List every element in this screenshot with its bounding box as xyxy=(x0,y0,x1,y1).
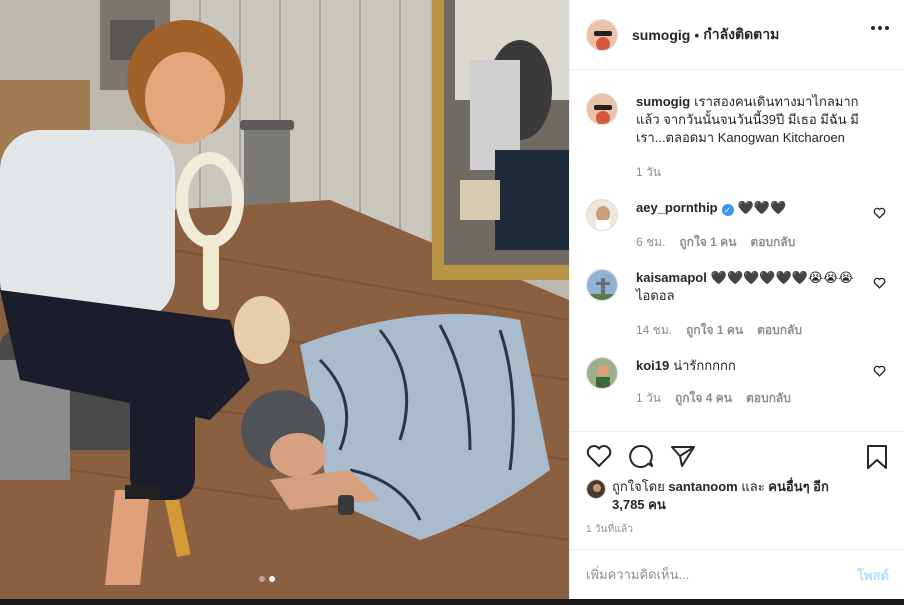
likes-prefix: ถูกใจโดย xyxy=(612,479,665,494)
post-photo[interactable] xyxy=(0,0,569,599)
comment-meta: 14 ชม. ถูกใจ 1 คน ตอบกลับ xyxy=(636,321,802,340)
likes-text: ถูกใจโดย santanoom และ คนอื่นๆ อีก 3,785… xyxy=(612,478,842,514)
save-bookmark-icon[interactable] xyxy=(865,444,889,470)
comment-body: aey_pornthip ✓ 🖤🖤🖤 xyxy=(636,199,871,217)
comment-like-heart-icon[interactable] xyxy=(873,207,886,219)
comment-reply-button[interactable]: ตอบกลับ xyxy=(750,233,795,252)
comment-bubble-icon[interactable] xyxy=(628,444,654,468)
comment-time[interactable]: 14 ชม. xyxy=(636,321,672,340)
follow-status-button[interactable]: กำลังติดตาม xyxy=(703,24,779,46)
more-options-icon[interactable] xyxy=(871,26,889,30)
carousel-dot xyxy=(259,576,265,582)
header-separator: • xyxy=(694,26,700,43)
post-actions: ถูกใจโดย santanoom และ คนอื่นๆ อีก 3,785… xyxy=(570,431,904,549)
commenter-avatar[interactable] xyxy=(586,357,618,389)
carousel-dot-active xyxy=(269,576,275,582)
likes-summary: ถูกใจโดย santanoom และ คนอื่นๆ อีก 3,785… xyxy=(586,478,842,514)
comment-body: kaisamapol 🖤🖤🖤🖤🖤🖤😭😭😭 ไอดอล xyxy=(636,269,871,305)
comment-like-heart-icon[interactable] xyxy=(873,277,886,289)
author-avatar[interactable] xyxy=(586,18,618,51)
action-icons xyxy=(586,444,696,468)
comment-likes[interactable]: ถูกใจ 1 คน xyxy=(679,233,736,252)
comment-reply-button[interactable]: ตอบกลับ xyxy=(757,321,802,340)
comment-item: kaisamapol 🖤🖤🖤🖤🖤🖤😭😭😭 ไอดอล 14 ชม. ถูกใจ 1… xyxy=(586,269,886,337)
comment-username[interactable]: aey_pornthip xyxy=(636,200,718,215)
caption: sumogig เราสองคนเดินทางมาไกลมากแล้ว จากวั… xyxy=(586,93,886,183)
post-timestamp[interactable]: 1 วันที่แล้ว xyxy=(586,522,633,537)
post-comment-button[interactable]: โพสต์ xyxy=(857,565,889,586)
comment-meta: 6 ชม. ถูกใจ 1 คน ตอบกลับ xyxy=(636,233,795,252)
liker-avatar[interactable] xyxy=(586,479,606,499)
liker-username[interactable]: santanoom xyxy=(668,479,737,494)
author-username[interactable]: sumogig xyxy=(632,27,690,43)
caption-body: sumogig เราสองคนเดินทางมาไกลมากแล้ว จากวั… xyxy=(636,93,871,147)
comment-item: aey_pornthip ✓ 🖤🖤🖤 6 ชม. ถูกใจ 1 คน ตอบกลั… xyxy=(586,199,886,249)
comment-username[interactable]: kaisamapol xyxy=(636,270,707,285)
comment-likes[interactable]: ถูกใจ 1 คน xyxy=(686,321,743,340)
comment-text: น่ารักกกกก xyxy=(673,358,736,373)
comment-time[interactable]: 1 วัน xyxy=(636,389,661,408)
background-strip xyxy=(0,599,904,605)
verified-badge-icon: ✓ xyxy=(721,204,734,216)
comment-like-heart-icon[interactable] xyxy=(873,365,886,377)
like-heart-icon[interactable] xyxy=(586,444,612,468)
comment-time[interactable]: 6 ชม. xyxy=(636,233,665,252)
comment-meta: 1 วัน ถูกใจ 4 คน ตอบกลับ xyxy=(636,389,791,408)
comment-reply-button[interactable]: ตอบกลับ xyxy=(746,389,791,408)
post-side-panel: sumogig • กำลังติดตาม sumogig เราสองคนเดิ… xyxy=(569,0,904,599)
post-header: sumogig • กำลังติดตาม xyxy=(570,0,904,70)
likes-conj: และ xyxy=(741,479,765,494)
caption-username[interactable]: sumogig xyxy=(636,94,690,109)
comment-body: koi19 น่ารักกกกก xyxy=(636,357,871,375)
caption-meta: 1 วัน xyxy=(636,163,661,182)
share-paper-plane-icon[interactable] xyxy=(670,444,696,468)
carousel-indicator xyxy=(259,576,275,582)
caption-time[interactable]: 1 วัน xyxy=(636,163,661,182)
post-image-illustration xyxy=(0,0,569,599)
commenter-avatar[interactable] xyxy=(586,269,618,301)
comments-list[interactable]: sumogig เราสองคนเดินทางมาไกลมากแล้ว จากวั… xyxy=(570,71,904,431)
comment-item: koi19 น่ารักกกกก 1 วัน ถูกใจ 4 คน ตอบกลับ xyxy=(586,357,886,407)
comment-input[interactable] xyxy=(586,564,826,584)
commenter-avatar[interactable] xyxy=(586,199,618,231)
caption-author-avatar[interactable] xyxy=(586,93,618,125)
add-comment-section: โพสต์ xyxy=(570,549,904,599)
comment-username[interactable]: koi19 xyxy=(636,358,669,373)
comment-text: 🖤🖤🖤 xyxy=(737,200,787,215)
comment-likes[interactable]: ถูกใจ 4 คน xyxy=(675,389,732,408)
